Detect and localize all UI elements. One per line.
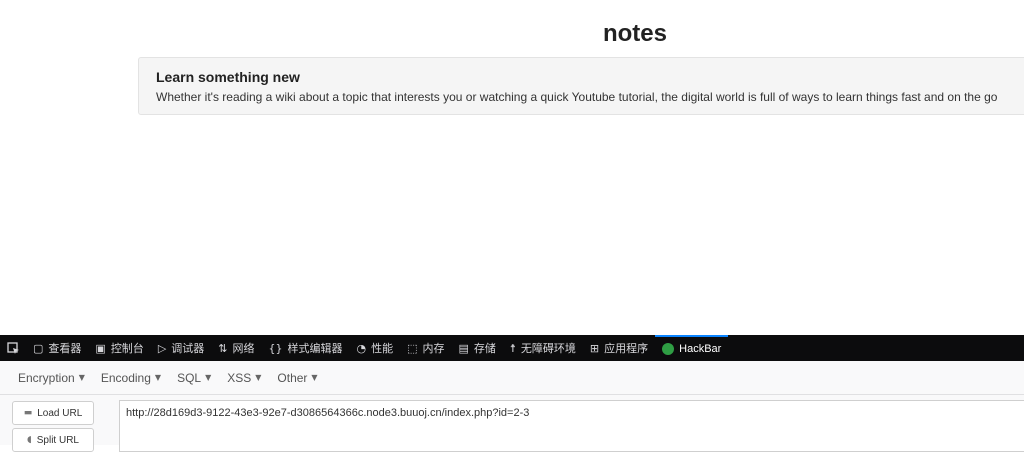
menu-label: Encryption xyxy=(18,370,75,385)
element-picker-button[interactable] xyxy=(0,335,26,361)
devtools-toolbar: ▢ 查看器 ▣ 控制台 ▷ 调试器 ⇅ 网络 {} 样式编辑器 ◔ 性能 ⬚ 内… xyxy=(0,335,1024,361)
load-icon: ▬ xyxy=(23,408,33,418)
split-icon: ◖ xyxy=(27,435,32,445)
application-icon: ⊞ xyxy=(589,341,600,355)
tab-accessibility[interactable]: ☨ 无障碍环境 xyxy=(503,335,583,361)
tab-label: 控制台 xyxy=(110,343,144,355)
note-heading: Learn something new xyxy=(156,69,300,85)
style-editor-icon: {} xyxy=(268,341,283,355)
tab-debugger[interactable]: ▷ 调试器 xyxy=(151,335,211,361)
menu-encryption[interactable]: Encryption ▼ xyxy=(10,371,93,385)
note-card: Learn something new Whether it's reading… xyxy=(138,57,1024,115)
url-input[interactable]: http://28d169d3-9122-43e3-92e7-d30865643… xyxy=(119,400,1024,452)
memory-icon: ⬚ xyxy=(407,341,418,355)
tab-console[interactable]: ▣ 控制台 xyxy=(88,335,150,361)
hackbar-menu: Encryption ▼ Encoding ▼ SQL ▼ XSS ▼ Othe… xyxy=(0,361,1024,395)
load-url-button[interactable]: ▬ Load URL xyxy=(12,401,94,425)
tab-hackbar[interactable]: HackBar xyxy=(655,335,729,361)
tab-label: 应用程序 xyxy=(604,343,649,355)
caret-down-icon: ▼ xyxy=(205,373,212,382)
debugger-icon: ▷ xyxy=(157,341,167,355)
page-title: notes xyxy=(602,20,667,47)
tab-label: 无障碍环境 xyxy=(520,343,576,355)
tab-memory[interactable]: ⬚ 内存 xyxy=(400,335,451,361)
hackbar-icon xyxy=(662,343,675,355)
tab-network[interactable]: ⇅ 网络 xyxy=(211,335,261,361)
caret-down-icon: ▼ xyxy=(255,373,262,382)
tab-label: 存储 xyxy=(473,343,496,355)
menu-label: SQL xyxy=(177,370,202,385)
tab-style-editor[interactable]: {} 样式编辑器 xyxy=(262,335,350,361)
menu-label: Encoding xyxy=(100,370,151,385)
tab-label: 样式编辑器 xyxy=(287,343,343,355)
element-picker-icon xyxy=(6,341,19,354)
tab-storage[interactable]: ▤ 存储 xyxy=(452,335,503,361)
tab-application[interactable]: ⊞ 应用程序 xyxy=(583,335,655,361)
console-icon: ▣ xyxy=(95,341,106,355)
menu-label: XSS xyxy=(227,370,252,385)
caret-down-icon: ▼ xyxy=(154,373,162,382)
performance-icon: ◔ xyxy=(356,341,367,355)
split-url-button[interactable]: ◖ Split URL xyxy=(12,428,94,452)
tab-label: 性能 xyxy=(371,343,394,355)
tab-label: HackBar xyxy=(679,343,722,355)
caret-down-icon: ▼ xyxy=(311,373,318,382)
menu-encoding[interactable]: Encoding ▼ xyxy=(93,371,169,385)
caret-down-icon: ▼ xyxy=(78,373,85,382)
tab-label: 内存 xyxy=(422,343,445,355)
tab-inspector[interactable]: ▢ 查看器 xyxy=(26,335,88,361)
storage-icon: ▤ xyxy=(458,341,469,355)
note-body: Whether it's reading a wiki about a topi… xyxy=(156,90,998,104)
tab-performance[interactable]: ◔ 性能 xyxy=(350,335,401,361)
hackbar-body: ▬ Load URL ◖ Split URL http://28d169d3-9… xyxy=(0,395,1024,452)
menu-sql[interactable]: SQL ▼ xyxy=(169,371,219,385)
menu-other[interactable]: Other ▼ xyxy=(269,371,325,385)
tab-label: 调试器 xyxy=(171,343,205,355)
menu-label: Other xyxy=(277,370,308,385)
tab-label: 网络 xyxy=(232,343,255,355)
menu-xss[interactable]: XSS ▼ xyxy=(219,371,269,385)
tab-label: 查看器 xyxy=(48,343,82,355)
split-url-label: Split URL xyxy=(36,434,79,446)
inspector-icon: ▢ xyxy=(33,341,44,355)
network-icon: ⇅ xyxy=(218,341,228,355)
load-url-label: Load URL xyxy=(37,407,83,419)
accessibility-icon: ☨ xyxy=(509,341,516,355)
